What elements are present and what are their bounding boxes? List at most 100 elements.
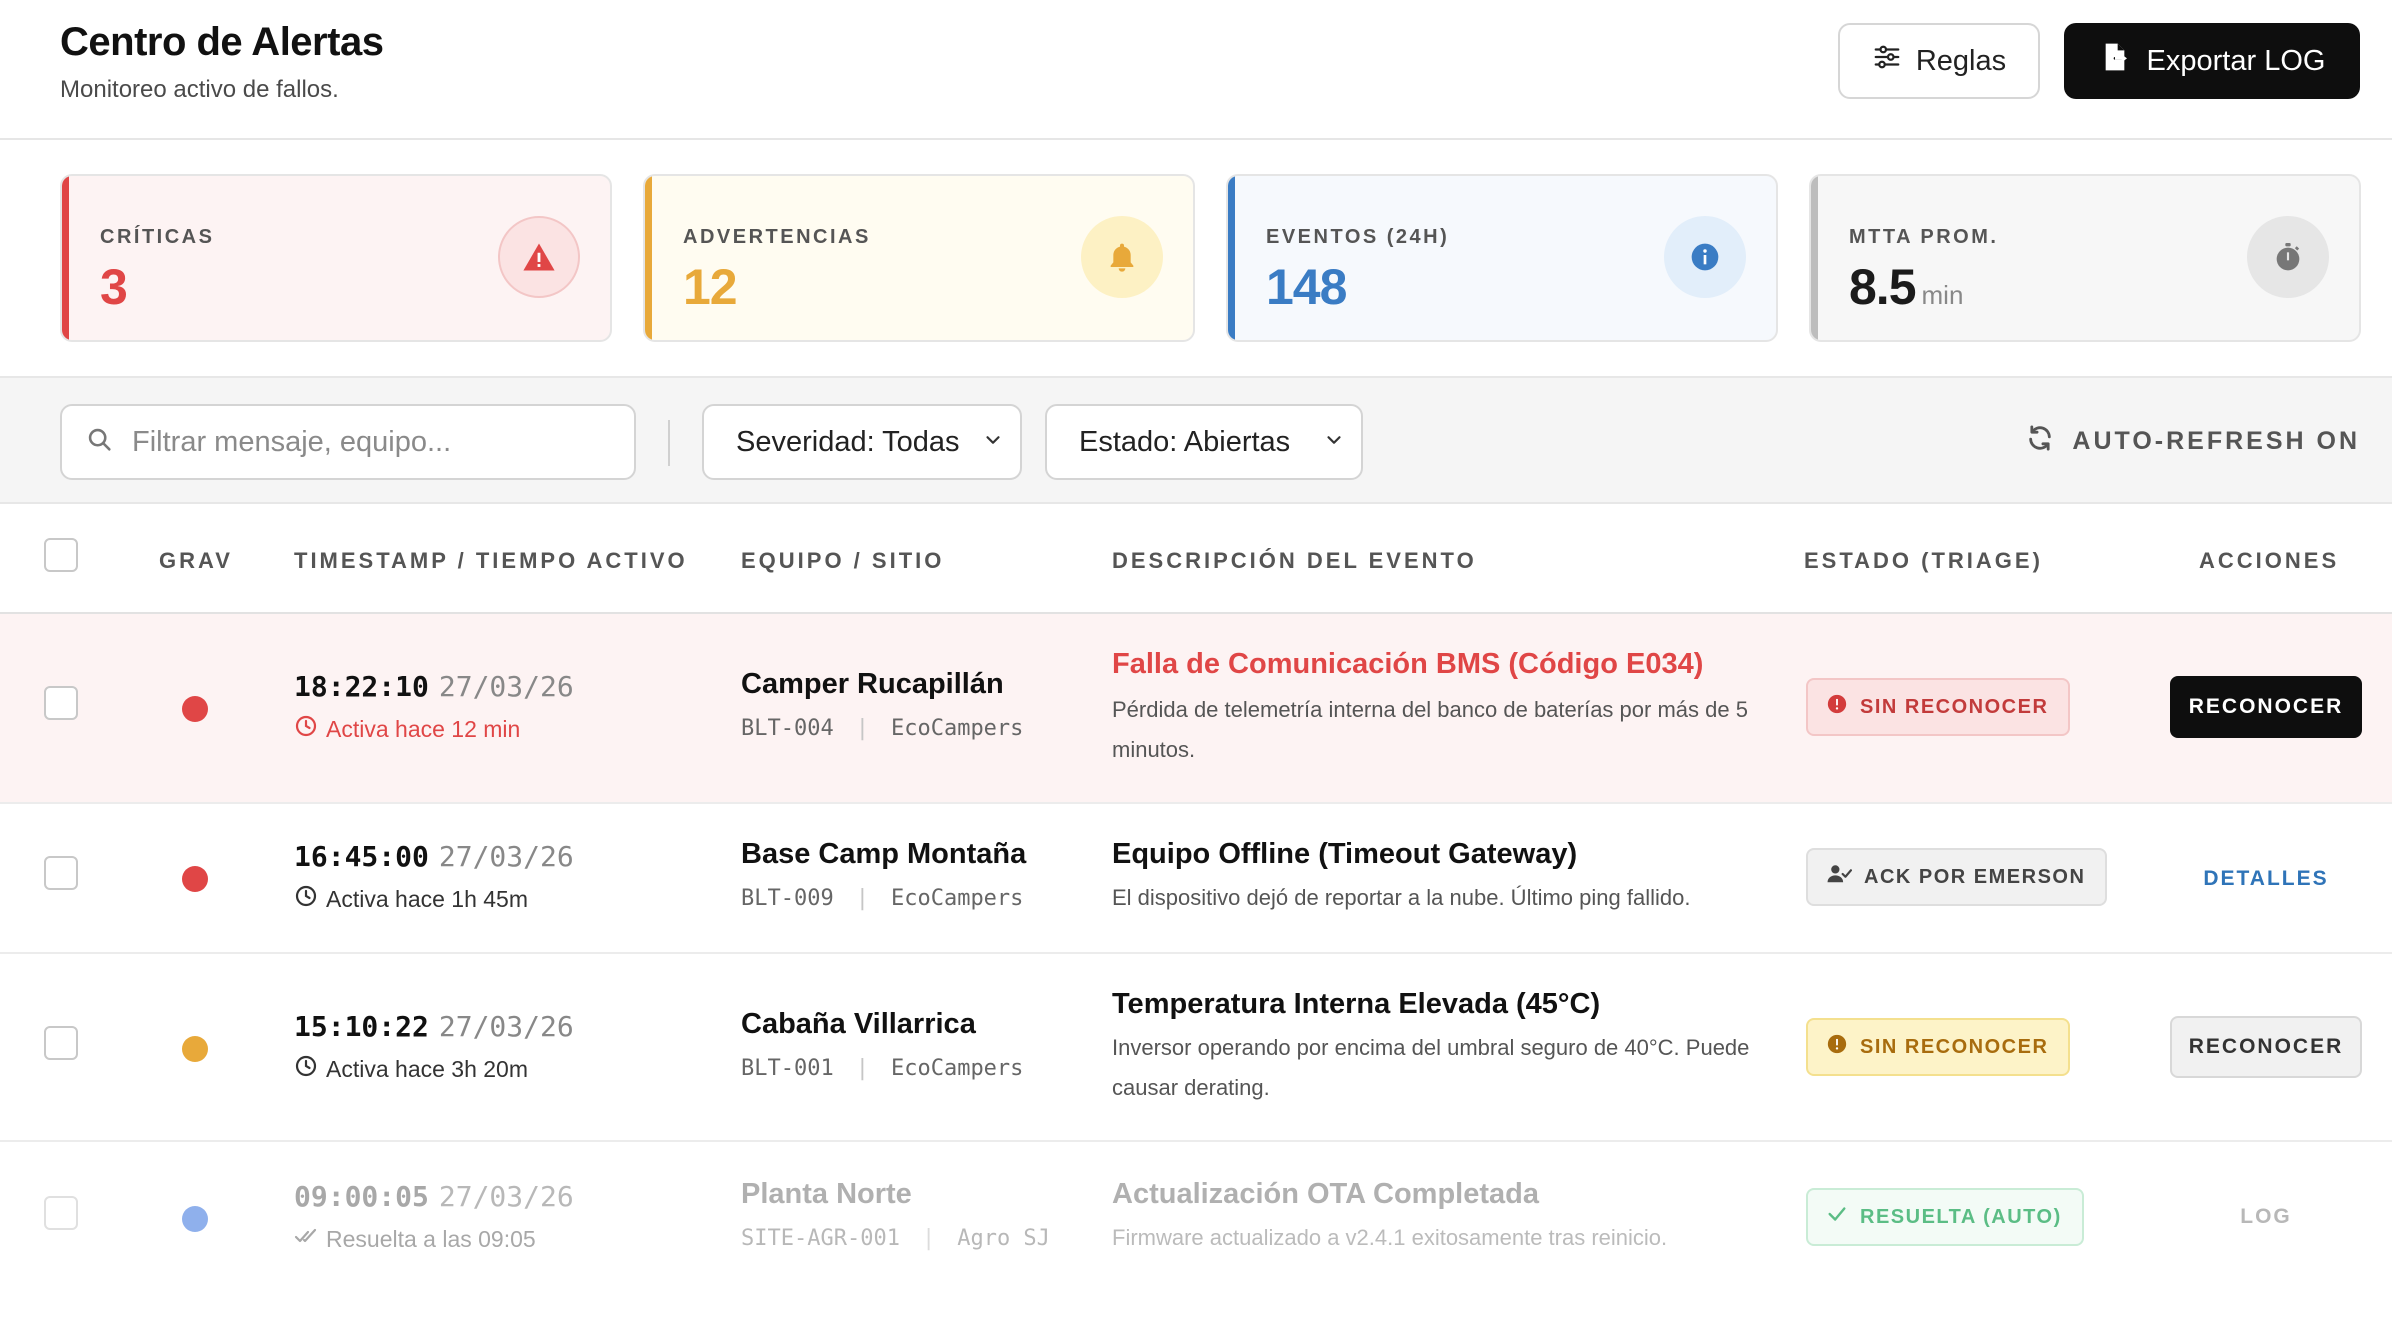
- stat-accent-bar: [1811, 176, 1818, 340]
- event-detail: Firmware actualizado a v2.4.1 exitosamen…: [1112, 1225, 1668, 1250]
- alert-circle-icon: [1826, 693, 1848, 721]
- acknowledge-button[interactable]: RECONOCER: [2170, 1016, 2362, 1078]
- event-title: Actualización OTA Completada: [1112, 1178, 1539, 1210]
- stopwatch-icon: [2247, 216, 2329, 298]
- event-detail: El dispositivo dejó de reportar a la nub…: [1112, 885, 1691, 910]
- check-icon: [1826, 1203, 1848, 1231]
- stat-unit: min: [1921, 280, 1964, 310]
- stat-value: 148: [1266, 259, 1347, 315]
- acknowledge-button[interactable]: RECONOCER: [2170, 676, 2362, 738]
- export-log-button[interactable]: Exportar LOG: [2064, 23, 2360, 99]
- export-log-label: Exportar LOG: [2146, 44, 2326, 77]
- event-title: Temperatura Interna Elevada (45°C): [1112, 988, 1601, 1020]
- stat-card-events: EVENTOS (24H) 148: [1226, 174, 1778, 342]
- stat-accent-bar: [1228, 176, 1235, 340]
- event-title: Equipo Offline (Timeout Gateway): [1112, 838, 1578, 870]
- column-severity[interactable]: GRAV: [159, 548, 233, 574]
- stat-card-mtta: MTTA PROM. 8.5 min: [1809, 174, 2361, 342]
- sliders-icon: [1872, 42, 1902, 80]
- column-equipment[interactable]: EQUIPO / SITIO: [741, 548, 944, 574]
- row-checkbox[interactable]: [44, 1196, 78, 1230]
- stat-accent-bar: [62, 176, 69, 340]
- active-since: Activa hace 1h 45m: [294, 884, 528, 914]
- page-title: Centro de Alertas: [60, 20, 384, 64]
- search-input[interactable]: [132, 425, 612, 459]
- stats-row: CRÍTICAS 3 ADVERTENCIAS 12 EVENTOS (24H)…: [0, 142, 2392, 376]
- timestamp: 09:00:05 27/03/26: [294, 1180, 574, 1213]
- select-all-checkbox[interactable]: [44, 538, 78, 572]
- equipment-site: SITE-AGR-001 | Agro SJ: [741, 1226, 1050, 1251]
- timestamp: 16:45:00 27/03/26: [294, 840, 574, 873]
- equipment-name[interactable]: Camper Rucapillán: [741, 668, 1004, 701]
- severity-select[interactable]: Severidad: Todas: [702, 404, 1022, 480]
- severity-select-label: Severidad: Todas: [736, 425, 960, 458]
- status-select-label: Estado: Abiertas: [1079, 425, 1291, 458]
- stat-value: 3: [100, 259, 128, 315]
- stat-label: MTTA PROM.: [1849, 226, 1999, 248]
- rules-button-label: Reglas: [1915, 44, 2007, 77]
- info-icon: [1664, 216, 1746, 298]
- row-checkbox[interactable]: [44, 856, 78, 890]
- row-checkbox[interactable]: [44, 1026, 78, 1060]
- status-badge: SIN RECONOCER: [1806, 678, 2071, 736]
- user-check-icon: [1826, 863, 1853, 891]
- table-row[interactable]: 09:00:05 27/03/26 Resuelta a las 09:05 Pl…: [0, 1142, 2392, 1290]
- stat-card-critical: CRÍTICAS 3: [60, 174, 612, 342]
- severity-dot: [182, 1036, 208, 1062]
- severity-dot: [182, 696, 208, 722]
- equipment-site: BLT-009 | EcoCampers: [741, 886, 1024, 911]
- status-badge: RESUELTA (AUTO): [1806, 1188, 2084, 1246]
- details-button[interactable]: DETALLES: [2170, 848, 2362, 910]
- equipment-site: BLT-004 | EcoCampers: [741, 716, 1024, 741]
- timestamp: 18:22:10 27/03/26: [294, 670, 574, 703]
- table-row[interactable]: 18:22:10 27/03/26 Activa hace 12 min Camp…: [0, 614, 2392, 804]
- event-title: Falla de Comunicación BMS (Código E034): [1112, 648, 1704, 680]
- filter-bar: Severidad: Todas Estado: Abiertas AUTO-R…: [0, 376, 2392, 504]
- clock-icon: [294, 1054, 318, 1084]
- status-badge: SIN RECONOCER: [1806, 1018, 2071, 1076]
- equipment-site: BLT-001 | EcoCampers: [741, 1056, 1024, 1081]
- clock-icon: [294, 714, 318, 744]
- auto-refresh-label: AUTO-REFRESH ON: [2072, 427, 2360, 455]
- auto-refresh-toggle[interactable]: AUTO-REFRESH ON: [2026, 424, 2360, 459]
- column-actions: ACCIONES: [2199, 548, 2340, 573]
- stat-label: EVENTOS (24H): [1266, 226, 1450, 248]
- stat-value: 8.5 min: [1849, 259, 1964, 315]
- equipment-name[interactable]: Planta Norte: [741, 1178, 912, 1211]
- filter-divider: [668, 420, 670, 466]
- event-detail: Inversor operando por encima del umbral …: [1112, 1035, 1750, 1100]
- column-timestamp[interactable]: TIMESTAMP / TIEMPO ACTIVO: [294, 548, 688, 574]
- warning-icon: [498, 216, 580, 298]
- stat-accent-bar: [645, 176, 652, 340]
- status-badge: ACK POR EMERSON: [1806, 848, 2108, 906]
- column-description[interactable]: DESCRIPCIÓN DEL EVENTO: [1112, 548, 1477, 574]
- stat-card-warnings: ADVERTENCIAS 12: [643, 174, 1195, 342]
- rules-button[interactable]: Reglas: [1838, 23, 2040, 99]
- row-checkbox[interactable]: [44, 686, 78, 720]
- table-row[interactable]: 16:45:00 27/03/26 Activa hace 1h 45m Base…: [0, 804, 2392, 954]
- search-box[interactable]: [60, 404, 636, 480]
- double-check-icon: [294, 1224, 318, 1254]
- column-status[interactable]: ESTADO (TRIAGE): [1804, 548, 2043, 574]
- status-select[interactable]: Estado: Abiertas: [1045, 404, 1363, 480]
- clock-icon: [294, 884, 318, 914]
- active-since: Activa hace 12 min: [294, 714, 520, 744]
- chevron-down-icon: [982, 426, 1004, 459]
- table-header: GRAV TIMESTAMP / TIEMPO ACTIVO EQUIPO / …: [0, 504, 2392, 614]
- chevron-down-icon: [1323, 426, 1345, 459]
- page-header: Centro de Alertas Monitoreo activo de fa…: [0, 0, 2392, 140]
- equipment-name[interactable]: Base Camp Montaña: [741, 838, 1026, 871]
- stat-label: CRÍTICAS: [100, 226, 215, 248]
- equipment-name[interactable]: Cabaña Villarrica: [741, 1008, 976, 1041]
- search-icon: [86, 426, 114, 459]
- stat-label: ADVERTENCIAS: [683, 226, 871, 248]
- refresh-icon: [2026, 424, 2054, 459]
- severity-dot: [182, 1206, 208, 1232]
- active-since: Activa hace 3h 20m: [294, 1054, 528, 1084]
- severity-dot: [182, 866, 208, 892]
- log-button[interactable]: LOG: [2170, 1186, 2362, 1248]
- bell-icon: [1081, 216, 1163, 298]
- event-detail: Pérdida de telemetría interna del banco …: [1112, 697, 1748, 762]
- table-row[interactable]: 15:10:22 27/03/26 Activa hace 3h 20m Caba…: [0, 954, 2392, 1142]
- timestamp: 15:10:22 27/03/26: [294, 1010, 574, 1043]
